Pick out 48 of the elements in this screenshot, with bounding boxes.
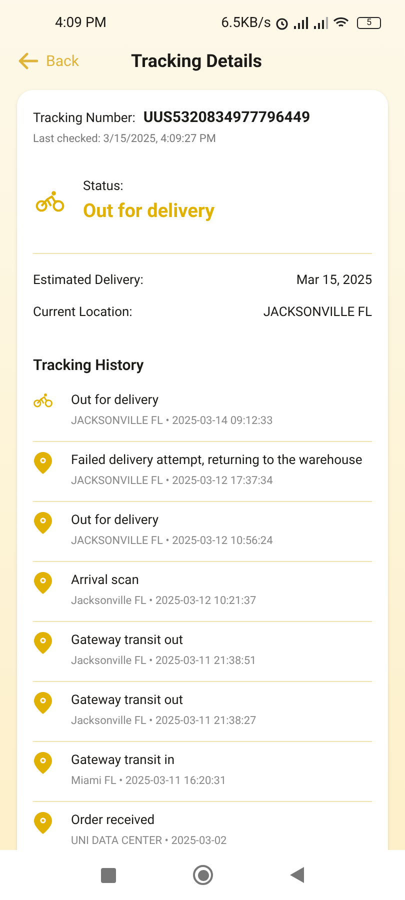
status-value: Out for delivery <box>83 198 215 224</box>
event-title: Failed delivery attempt, returning to the warehouse <box>71 452 362 470</box>
event-detail: JACKSONVILLE FL • 2025-03-12 17:37:34 <box>71 473 274 489</box>
network-speed: 6.5KB/s <box>221 14 271 32</box>
location-pin-icon <box>34 452 52 474</box>
location-label: Current Location: <box>33 304 132 322</box>
event-detail: Jacksonville FL • 2025-03-12 10:21:37 <box>71 593 256 609</box>
signal-icon <box>293 17 309 29</box>
event-title: Out for delivery <box>71 512 160 530</box>
location-pin-icon <box>34 692 52 714</box>
status-label: Status: <box>83 178 124 196</box>
last-checked: Last checked: 3/15/2025, 4:09:27 PM <box>33 130 217 146</box>
location-pin-icon <box>34 632 52 654</box>
wifi-icon <box>333 17 349 29</box>
status-time: 4:09 PM <box>55 14 107 32</box>
tracking-number: UUS5320834977796449 <box>143 107 310 128</box>
cyclist-icon <box>33 392 53 408</box>
recent-apps-button[interactable] <box>101 868 116 882</box>
location-value: JACKSONVILLE FL <box>263 304 372 322</box>
page-title: Tracking Details <box>131 50 262 74</box>
estimated-label: Estimated Delivery: <box>33 272 144 290</box>
back-triangle-icon[interactable] <box>290 867 304 883</box>
back-button[interactable]: Back <box>18 50 79 72</box>
event-title: Gateway transit in <box>71 752 176 770</box>
event-title: Out for delivery <box>71 392 160 410</box>
location-pin-icon <box>34 752 52 774</box>
location-pin-icon <box>34 572 52 594</box>
event-title: Gateway transit out <box>71 632 184 650</box>
event-title: Gateway transit out <box>71 692 184 710</box>
back-arrow-icon <box>18 52 38 70</box>
event-title: Arrival scan <box>71 572 140 590</box>
location-pin-icon <box>34 812 52 834</box>
event-title: Order received <box>71 812 156 830</box>
event-detail: Jacksonville FL • 2025-03-11 21:38:27 <box>71 713 256 729</box>
location-pin-icon <box>34 512 52 534</box>
battery-icon: 5 <box>357 17 381 29</box>
signal-icon <box>313 17 329 29</box>
event-detail: JACKSONVILLE FL • 2025-03-14 09:12:33 <box>71 413 273 429</box>
history-title: Tracking History <box>33 355 145 376</box>
event-detail: UNI DATA CENTER • 2025-03-02 <box>71 833 227 849</box>
event-detail: Miami FL • 2025-03-11 16:20:31 <box>71 773 226 789</box>
alarm-icon <box>275 16 289 30</box>
tracking-label: Tracking Number: <box>33 110 136 128</box>
cyclist-icon <box>35 190 65 212</box>
estimated-date: Mar 15, 2025 <box>296 272 372 290</box>
event-detail: JACKSONVILLE FL • 2025-03-12 10:56:24 <box>71 533 273 549</box>
event-detail: Jacksonville FL • 2025-03-11 21:38:51 <box>71 653 256 669</box>
home-button[interactable] <box>193 865 213 885</box>
